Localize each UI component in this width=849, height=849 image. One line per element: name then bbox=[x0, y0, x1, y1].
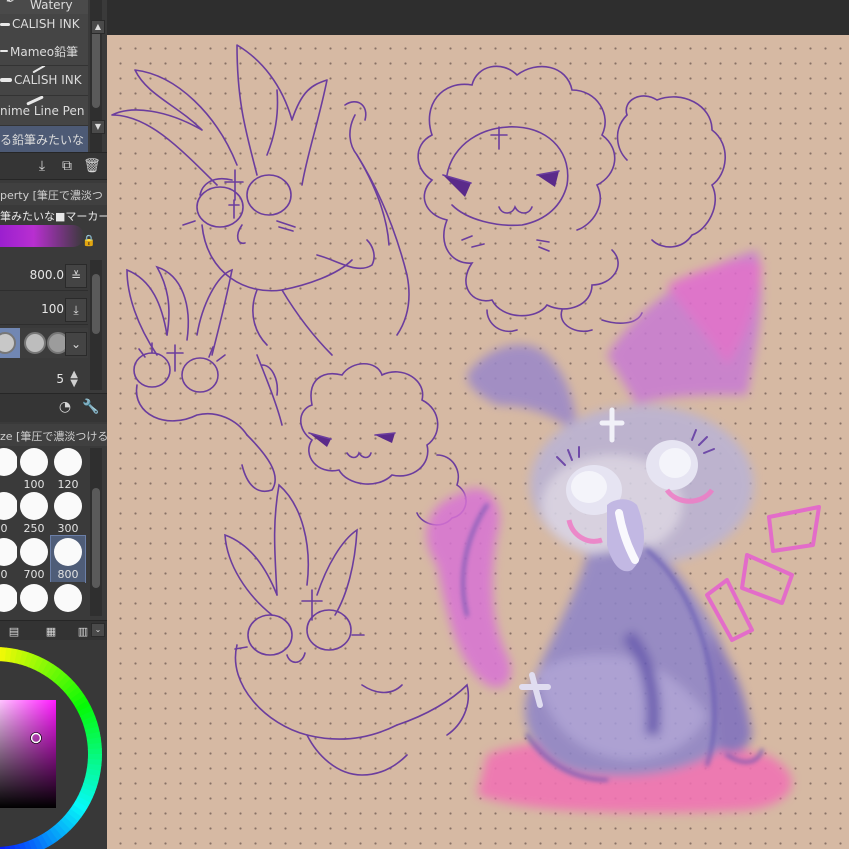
brush-size-option[interactable]: 250 bbox=[17, 490, 51, 536]
chevron-down-icon[interactable]: ⌄ bbox=[65, 332, 87, 356]
stabilization-row[interactable]: 5 ▲ ▼ bbox=[0, 364, 88, 395]
scrollbar-thumb[interactable] bbox=[92, 28, 100, 108]
stroke-preview-bar bbox=[0, 225, 84, 247]
brush-item-anime-line-pen[interactable]: nime Line Pen bbox=[0, 96, 88, 126]
stabilization-value: 5 bbox=[56, 372, 64, 386]
artwork bbox=[111, 44, 821, 813]
top-bar bbox=[107, 0, 849, 36]
chevron-down-icon[interactable]: ⌄ bbox=[91, 623, 105, 637]
size-scrollbar[interactable] bbox=[90, 448, 102, 616]
wrench-icon[interactable]: 🔧 bbox=[82, 398, 100, 416]
color-wheel[interactable] bbox=[0, 640, 107, 849]
brush-name-row: 筆みたいな■マーカー bbox=[0, 205, 107, 227]
brush-size-dot bbox=[0, 538, 18, 566]
spinner-icon[interactable]: ▲▼ bbox=[70, 370, 78, 389]
brush-size-label: 300 bbox=[57, 522, 79, 535]
brush-size-dot bbox=[20, 492, 48, 520]
brush-size-value: 800.0 bbox=[29, 268, 64, 282]
history-icon[interactable]: ▦ bbox=[42, 623, 60, 641]
download-icon[interactable]: ⤓ bbox=[65, 298, 87, 322]
stroke-preview bbox=[0, 50, 8, 52]
brush-size-dot bbox=[54, 538, 82, 566]
dial-icon[interactable]: ◔ bbox=[56, 398, 74, 416]
sketch-small-fluffy bbox=[299, 362, 467, 526]
brush-size-dot bbox=[20, 538, 48, 566]
stroke-preview bbox=[0, 78, 12, 82]
brush-item-label: CALISH INK bbox=[14, 73, 82, 87]
brush-size-option[interactable]: 120 bbox=[51, 446, 85, 492]
brush-size-label: 800 bbox=[57, 568, 79, 581]
brush-item-label: る鉛筆みたいな bbox=[0, 133, 85, 147]
scrollbar-thumb[interactable] bbox=[92, 488, 100, 588]
brush-item-label: Watery bbox=[30, 0, 73, 12]
brush-size-option[interactable]: 700 bbox=[17, 536, 51, 582]
brush-size-dot bbox=[54, 448, 82, 476]
export-icon[interactable]: ⤓ bbox=[33, 157, 51, 175]
brush-size-option[interactable]: 300 bbox=[51, 490, 85, 536]
brush-size-dot bbox=[0, 448, 18, 476]
brush-item-watery[interactable]: ✒ Watery bbox=[0, 0, 88, 15]
property-scrollbar[interactable] bbox=[90, 260, 102, 390]
property-footer: ◔ 🔧 bbox=[0, 393, 107, 422]
brush-size-label: 250 bbox=[23, 522, 45, 535]
chevron-up-icon[interactable]: ▲ bbox=[91, 20, 105, 34]
brush-size-option[interactable]: 100 bbox=[17, 446, 51, 492]
brush-size-title: ze [筆圧で濃淡つける bbox=[0, 430, 107, 443]
duplicate-icon[interactable]: ⧉ bbox=[58, 157, 76, 175]
brush-item-label: nime Line Pen bbox=[0, 104, 85, 118]
chevron-down-icon[interactable]: ▼ bbox=[91, 120, 105, 134]
brush-name-label: 筆みたいな■マーカー bbox=[0, 210, 107, 223]
brush-size-dot bbox=[20, 584, 48, 612]
scrollbar-thumb[interactable] bbox=[92, 274, 100, 334]
brush-size-dot bbox=[54, 584, 82, 612]
tool-property-header: perty [筆圧で濃淡つ bbox=[0, 183, 107, 205]
layer-icon[interactable]: ▥ bbox=[74, 623, 92, 641]
stroke-preview bbox=[0, 23, 10, 26]
pressure-icon[interactable]: ≚ bbox=[65, 264, 87, 288]
brush-size-label: 700 bbox=[23, 568, 45, 581]
brush-size-dot bbox=[0, 584, 18, 612]
brush-item-calish-ink-1[interactable]: CALISH INK bbox=[0, 14, 88, 37]
drawing-canvas[interactable] bbox=[107, 35, 849, 849]
tool-property-title: perty [筆圧で濃淡つ bbox=[0, 189, 103, 202]
brush-list-toolbar: ⤓ ⧉ 🗑 bbox=[0, 152, 107, 180]
pen-icon: ✒ bbox=[6, 0, 15, 7]
brush-item-label: CALISH INK bbox=[12, 17, 80, 31]
brush-size-dot bbox=[20, 448, 48, 476]
color-set-icon[interactable]: ▤ bbox=[5, 623, 23, 641]
tip-option[interactable] bbox=[24, 332, 46, 354]
brush-item-calish-ink-2[interactable]: CALISH INK bbox=[0, 66, 88, 96]
brush-item-mameo[interactable]: Mameo鉛筆 bbox=[0, 36, 88, 66]
sketch-cat-left bbox=[126, 265, 283, 492]
app-window: ✒ Watery CALISH INK Mameo鉛筆 CALISH INK n… bbox=[0, 0, 849, 849]
opacity-value: 100 bbox=[41, 302, 64, 316]
painted-cat bbox=[426, 250, 821, 813]
brush-item-label: Mameo鉛筆 bbox=[10, 45, 79, 59]
brush-size-dot bbox=[0, 492, 18, 520]
color-wheel-panel bbox=[0, 640, 107, 849]
brush-size-option[interactable]: 800 bbox=[50, 535, 86, 583]
sketch-cat-top-left bbox=[111, 44, 410, 356]
brush-size-header: ze [筆圧で濃淡つける bbox=[0, 424, 107, 446]
brush-size-dot bbox=[54, 492, 82, 520]
left-tool-panel: ✒ Watery CALISH INK Mameo鉛筆 CALISH INK n… bbox=[0, 0, 108, 849]
brush-item-pencil-marker[interactable]: る鉛筆みたいな bbox=[0, 126, 88, 153]
trash-icon[interactable]: 🗑 bbox=[83, 157, 101, 175]
lock-icon[interactable]: 🔒 bbox=[82, 234, 96, 247]
